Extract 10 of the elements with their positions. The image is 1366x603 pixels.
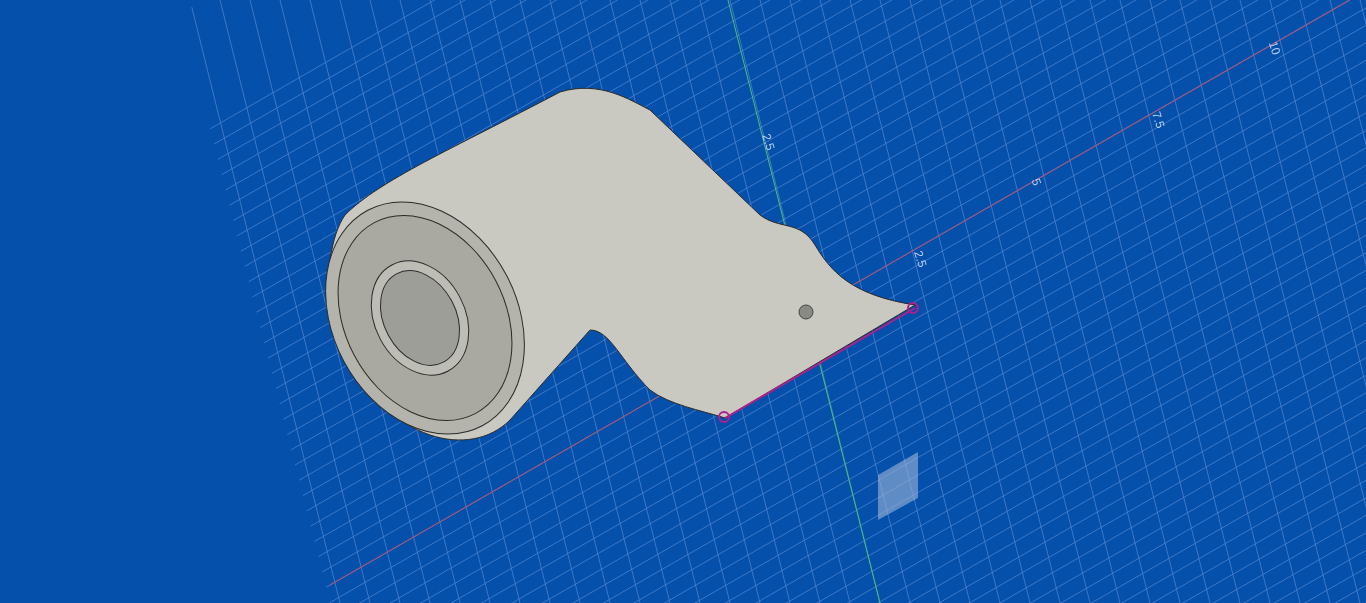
grid-label: 2.5: [912, 249, 929, 269]
sketch-point-icon[interactable]: [907, 302, 919, 314]
plane-icon[interactable]: [878, 452, 918, 520]
grid-label: 7.5: [1150, 110, 1167, 130]
origin-point-icon[interactable]: [798, 304, 814, 320]
grid-label: 2.5: [760, 132, 777, 152]
cad-viewport[interactable]: 2.5 2.5 5 7.5 10: [0, 0, 1366, 603]
sketch-point-icon[interactable]: [718, 411, 730, 423]
grid-label: 10: [1266, 39, 1283, 57]
grid-label: 5: [1029, 176, 1044, 188]
